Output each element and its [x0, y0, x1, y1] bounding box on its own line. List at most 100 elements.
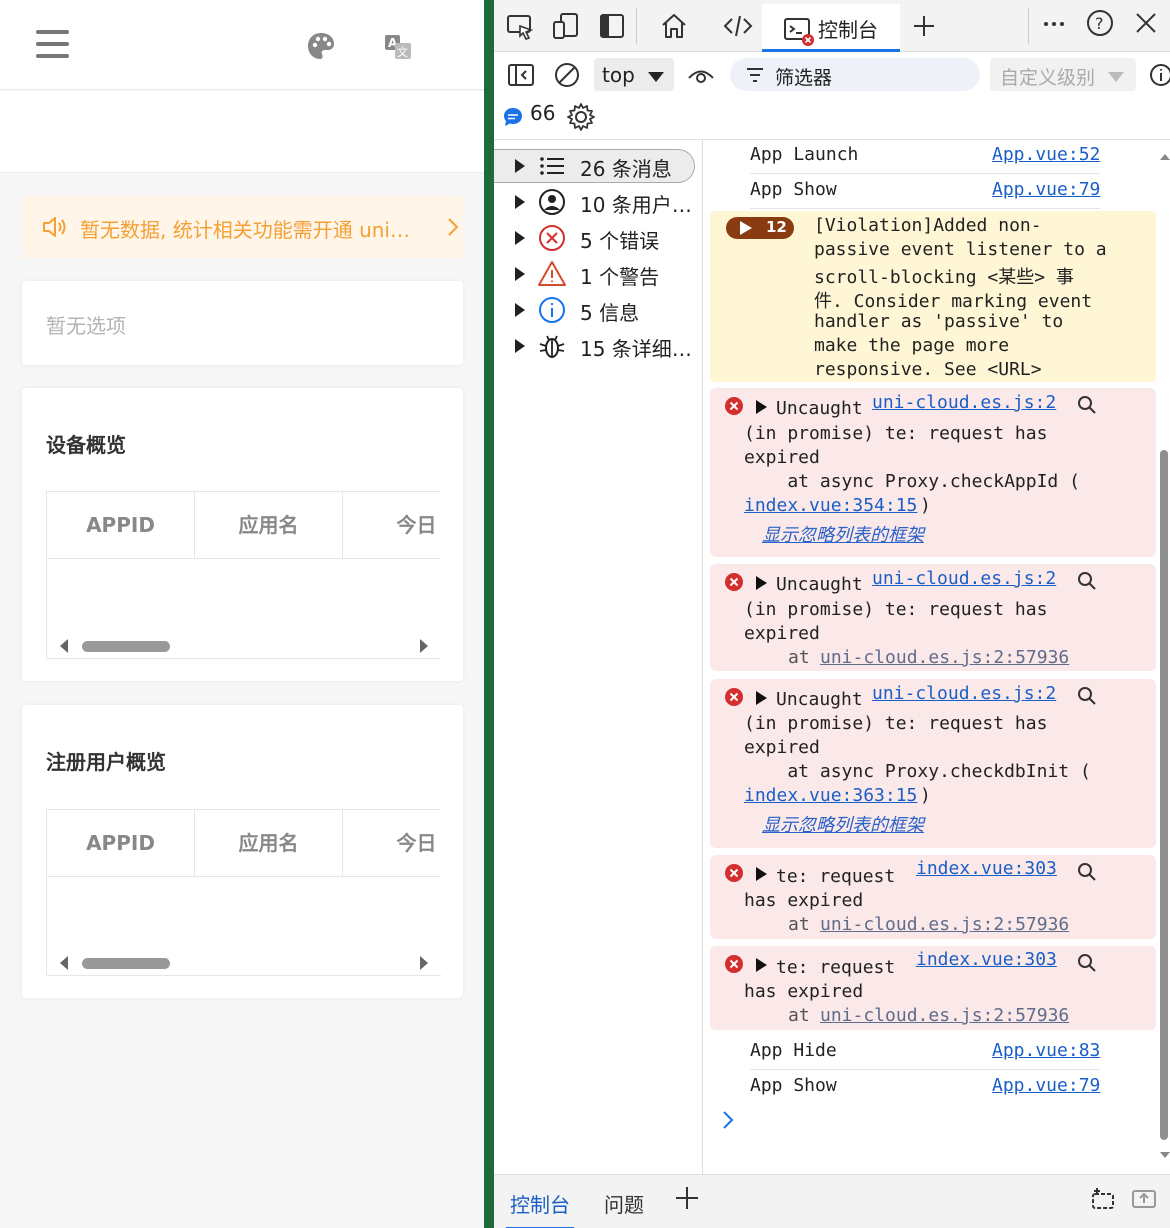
- scroll-right-icon[interactable]: [420, 956, 428, 970]
- source-link[interactable]: App.vue:79: [992, 179, 1100, 200]
- close-icon[interactable]: [1130, 10, 1162, 42]
- scroll-thumb[interactable]: [82, 958, 170, 969]
- gear-icon[interactable]: [566, 102, 596, 132]
- stack-link[interactable]: index.vue:354:15: [744, 495, 917, 516]
- sidebar-item-user-messages[interactable]: 10 条用户消息: [494, 185, 703, 221]
- app-preview: A 文 暂无数据, 统计相关功能需开通 uni统计 暂无选项 设备概览 APPI…: [0, 0, 484, 1228]
- clear-console-icon[interactable]: [552, 60, 582, 90]
- filter-placeholder: 筛选器: [775, 67, 833, 89]
- undock-icon[interactable]: [1088, 1185, 1116, 1213]
- dock-bottom-icon[interactable]: [1130, 1185, 1158, 1213]
- source-link[interactable]: App.vue:52: [992, 144, 1100, 165]
- home-icon[interactable]: [658, 10, 690, 42]
- console-log: App Launch App.vue:52 App Show App.vue:7…: [704, 140, 1170, 1174]
- stack-link[interactable]: uni-cloud.es.js:2:57936: [820, 647, 1069, 668]
- device-overview-card: 设备概览 APPID 应用名 今日: [22, 388, 463, 681]
- search-icon[interactable]: [1076, 952, 1098, 974]
- scroll-thumb[interactable]: [1160, 450, 1168, 1140]
- search-icon[interactable]: [1076, 570, 1098, 592]
- expand-icon[interactable]: [756, 958, 767, 972]
- source-link[interactable]: uni-cloud.es.js:2: [872, 568, 1056, 589]
- chevron-down-icon: [1108, 72, 1124, 82]
- help-icon[interactable]: ?: [1084, 10, 1116, 42]
- horizontal-scrollbar[interactable]: [47, 634, 441, 658]
- column-header-today: 今日: [343, 810, 441, 877]
- scroll-right-icon[interactable]: [420, 639, 428, 653]
- notice-text: 暂无数据, 统计相关功能需开通 uni统计: [80, 218, 410, 242]
- app-header: A 文: [0, 0, 484, 90]
- translate-icon[interactable]: A 文: [384, 34, 412, 60]
- table-header: APPID 应用名 今日: [47, 810, 441, 877]
- show-ignored-frames-link[interactable]: 显示忽略列表的框架: [762, 811, 924, 837]
- search-icon[interactable]: [1076, 394, 1098, 416]
- sidebar-item-warnings[interactable]: 1 个警告: [494, 257, 703, 293]
- column-header-app-name: 应用名: [195, 810, 343, 877]
- sidebar-item-all-messages[interactable]: 26 条消息: [494, 149, 703, 185]
- error-icon: [539, 225, 565, 251]
- svg-text:?: ?: [1095, 14, 1104, 33]
- stack-link[interactable]: index.vue:363:15: [744, 785, 917, 806]
- sidebar-item-verbose[interactable]: 15 条详细消息: [494, 329, 703, 365]
- tab-console-label: 控制台: [818, 18, 878, 42]
- info-icon[interactable]: [1148, 62, 1170, 88]
- tab-issues[interactable]: 问题: [604, 1189, 644, 1218]
- scroll-up-icon[interactable]: [1159, 152, 1170, 162]
- expand-icon[interactable]: [756, 400, 767, 414]
- scroll-left-icon[interactable]: [60, 639, 68, 653]
- select-placeholder: 暂无选项: [46, 314, 126, 338]
- sidebar-item-errors[interactable]: 5 个错误: [494, 221, 703, 257]
- expand-icon[interactable]: [756, 576, 767, 590]
- device-emulation-icon[interactable]: [550, 10, 582, 42]
- horizontal-scrollbar[interactable]: [47, 951, 441, 975]
- source-link[interactable]: uni-cloud.es.js:2: [872, 392, 1056, 413]
- search-icon[interactable]: [1076, 861, 1098, 883]
- show-ignored-frames-link[interactable]: 显示忽略列表的框架: [762, 521, 924, 547]
- live-expression-icon[interactable]: [686, 60, 716, 90]
- sidebar-toggle-icon[interactable]: [506, 60, 536, 90]
- expand-icon[interactable]: [756, 691, 767, 705]
- source-link[interactable]: App.vue:83: [992, 1040, 1100, 1061]
- source-link[interactable]: index.vue:303: [916, 949, 1057, 970]
- tab-console-drawer[interactable]: 控制台: [506, 1189, 574, 1228]
- message-bubble-icon: [504, 108, 522, 126]
- repeat-count-badge[interactable]: 12: [726, 217, 794, 239]
- devtools-tabbar: 控制台 ?: [494, 0, 1170, 52]
- app-select[interactable]: 暂无选项: [22, 281, 463, 365]
- scroll-left-icon[interactable]: [60, 956, 68, 970]
- error-entry: te: request index.vue:303 has expired at…: [710, 946, 1156, 1030]
- filter-input[interactable]: 筛选器: [730, 58, 980, 91]
- log-entry: App Hide App.vue:83: [750, 1036, 1100, 1070]
- add-tab-icon[interactable]: [908, 10, 940, 42]
- warning-icon: [538, 261, 566, 286]
- error-icon: [725, 688, 743, 706]
- context-value: top: [602, 63, 635, 87]
- vertical-scrollbar[interactable]: [1160, 140, 1170, 1174]
- source-link[interactable]: App.vue:79: [992, 1075, 1100, 1096]
- context-select[interactable]: top: [594, 58, 674, 91]
- more-options-icon[interactable]: [1038, 10, 1070, 42]
- scroll-thumb[interactable]: [82, 641, 170, 652]
- expand-icon[interactable]: [756, 867, 767, 881]
- stack-link[interactable]: uni-cloud.es.js:2:57936: [820, 914, 1069, 935]
- console-prompt-icon[interactable]: [720, 1108, 738, 1132]
- table-header: APPID 应用名 今日: [47, 492, 441, 559]
- stack-link[interactable]: uni-cloud.es.js:2:57936: [820, 1005, 1069, 1026]
- add-tab-icon[interactable]: [674, 1185, 700, 1211]
- search-icon[interactable]: [1076, 685, 1098, 707]
- column-header-app-name: 应用名: [195, 492, 343, 559]
- source-link[interactable]: uni-cloud.es.js:2: [872, 683, 1056, 704]
- dock-side-icon[interactable]: [596, 10, 628, 42]
- elements-icon[interactable]: [722, 10, 754, 42]
- palette-icon[interactable]: [306, 31, 336, 61]
- tab-console[interactable]: 控制台: [762, 4, 900, 52]
- notice-bar[interactable]: 暂无数据, 统计相关功能需开通 uni统计: [22, 196, 463, 258]
- log-entry: App Launch App.vue:52: [750, 140, 1100, 174]
- log-levels-select[interactable]: 自定义级别: [990, 58, 1136, 91]
- drawer-tabbar: 控制台 问题: [494, 1174, 1170, 1228]
- source-link[interactable]: index.vue:303: [916, 858, 1057, 879]
- error-icon: [725, 864, 743, 882]
- menu-icon[interactable]: [36, 30, 70, 60]
- scroll-down-icon[interactable]: [1159, 1150, 1170, 1160]
- sidebar-item-info[interactable]: 5 信息: [494, 293, 703, 329]
- inspect-element-icon[interactable]: [504, 10, 536, 42]
